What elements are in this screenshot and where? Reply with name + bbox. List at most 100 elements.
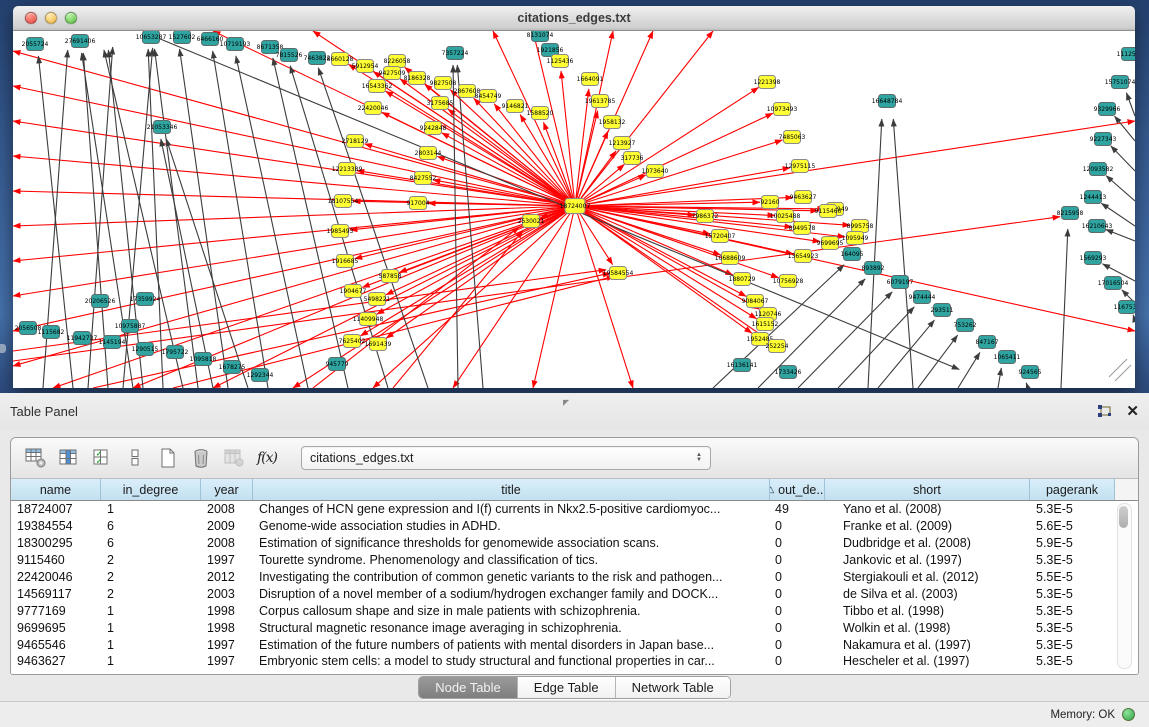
table-cell[interactable]: 2008: [201, 502, 253, 516]
node-table[interactable]: namein_degreeyeartitle△out_de...shortpag…: [11, 479, 1138, 674]
table-cell[interactable]: Jankovic et al. (1997): [825, 553, 1030, 567]
table-row[interactable]: 911546021997Tourette syndrome. Phenomeno…: [11, 552, 1138, 569]
table-cell[interactable]: Yano et al. (2008): [825, 502, 1030, 516]
table-cell[interactable]: Nakamura et al. (1997): [825, 638, 1030, 652]
table-row[interactable]: 977716911998Corpus callosum shape and si…: [11, 602, 1138, 619]
table-cell[interactable]: 0: [770, 638, 825, 652]
table-cell[interactable]: 2: [101, 570, 201, 584]
network-canvas[interactable]: 2055724276914061065328715276026466160107…: [13, 31, 1135, 388]
table-cell[interactable]: 1997: [201, 638, 253, 652]
table-cell[interactable]: 1997: [201, 553, 253, 567]
table-cell[interactable]: Genome-wide association studies in ADHD.: [253, 519, 770, 533]
table-cell[interactable]: Tibbo et al. (1998): [825, 604, 1030, 618]
table-cell[interactable]: 0: [770, 536, 825, 550]
create-column-icon[interactable]: [155, 445, 181, 471]
column-header-out_de[interactable]: △out_de...: [770, 479, 825, 500]
table-cell[interactable]: 49: [770, 502, 825, 516]
table-cell[interactable]: 22420046: [11, 570, 101, 584]
delete-column-icon[interactable]: [188, 445, 214, 471]
table-cell[interactable]: 1: [101, 638, 201, 652]
table-cell[interactable]: 0: [770, 587, 825, 601]
close-panel-icon[interactable]: ✕: [1126, 404, 1139, 419]
table-cell[interactable]: 5.3E-5: [1030, 621, 1115, 635]
network-window[interactable]: citations_edges.txt 20557242769140610653…: [13, 6, 1135, 388]
table-cell[interactable]: 1: [101, 621, 201, 635]
table-cell[interactable]: 1998: [201, 621, 253, 635]
table-row[interactable]: 2242004622012Investigating the contribut…: [11, 569, 1138, 586]
table-cell[interactable]: 0: [770, 621, 825, 635]
table-cell[interactable]: 19384554: [11, 519, 101, 533]
table-cell[interactable]: 6: [101, 536, 201, 550]
table-cell[interactable]: 2009: [201, 519, 253, 533]
table-cell[interactable]: 5.3E-5: [1030, 502, 1115, 516]
table-cell[interactable]: Dudbridge et al. (2008): [825, 536, 1030, 550]
table-cell[interactable]: 9777169: [11, 604, 101, 618]
table-cell[interactable]: de Silva et al. (2003): [825, 587, 1030, 601]
table-cell[interactable]: 9699695: [11, 621, 101, 635]
network-window-titlebar[interactable]: citations_edges.txt: [13, 6, 1135, 31]
table-cell[interactable]: Wolkin et al. (1998): [825, 621, 1030, 635]
select-columns-icon[interactable]: ✓ ✓: [89, 445, 115, 471]
table-cell[interactable]: 5.3E-5: [1030, 587, 1115, 601]
table-cell[interactable]: 1: [101, 654, 201, 668]
table-cell[interactable]: 0: [770, 570, 825, 584]
zoom-button[interactable]: [65, 12, 77, 24]
table-row[interactable]: 946554611997Estimation of the future num…: [11, 636, 1138, 653]
table-cell[interactable]: 2012: [201, 570, 253, 584]
table-row[interactable]: 1830029562008Estimation of significance …: [11, 535, 1138, 552]
minimize-button[interactable]: [45, 12, 57, 24]
table-cell[interactable]: 5.5E-5: [1030, 570, 1115, 584]
row-height-icon[interactable]: [122, 445, 148, 471]
table-cell[interactable]: 5.3E-5: [1030, 553, 1115, 567]
float-panel-icon[interactable]: [1097, 404, 1112, 418]
tab-node-table[interactable]: Node Table: [419, 677, 518, 698]
tab-edge-table[interactable]: Edge Table: [518, 677, 616, 698]
table-cell[interactable]: 0: [770, 654, 825, 668]
table-cell[interactable]: 6: [101, 519, 201, 533]
column-header-in_degree[interactable]: in_degree: [101, 479, 201, 500]
table-cell[interactable]: Embryonic stem cells: a model to study s…: [253, 654, 770, 668]
table-cell[interactable]: 5.3E-5: [1030, 654, 1115, 668]
delete-table-icon[interactable]: [221, 445, 247, 471]
table-cell[interactable]: 1: [101, 502, 201, 516]
column-visibility-icon[interactable]: [56, 445, 82, 471]
tab-network-table[interactable]: Network Table: [616, 677, 730, 698]
table-cell[interactable]: 0: [770, 553, 825, 567]
table-cell[interactable]: Stergiakouli et al. (2012): [825, 570, 1030, 584]
table-cell[interactable]: 18300295: [11, 536, 101, 550]
function-builder-icon[interactable]: f(x): [254, 445, 280, 471]
column-header-name[interactable]: name: [11, 479, 101, 500]
table-cell[interactable]: 9463627: [11, 654, 101, 668]
column-header-year[interactable]: year: [201, 479, 253, 500]
table-row[interactable]: 1872400712008Changes of HCN gene express…: [11, 501, 1138, 518]
table-cell[interactable]: Changes of HCN gene expression and I(f) …: [253, 502, 770, 516]
table-cell[interactable]: 14569117: [11, 587, 101, 601]
table-body[interactable]: 1872400712008Changes of HCN gene express…: [11, 501, 1138, 670]
table-cell[interactable]: 5.3E-5: [1030, 604, 1115, 618]
table-cell[interactable]: Estimation of significance thresholds fo…: [253, 536, 770, 550]
table-cell[interactable]: 2: [101, 553, 201, 567]
table-cell[interactable]: Corpus callosum shape and size in male p…: [253, 604, 770, 618]
canvas-resize-grip[interactable]: [1109, 359, 1127, 377]
table-settings-icon[interactable]: [23, 445, 49, 471]
panel-resize-handle[interactable]: ◤: [563, 398, 569, 407]
column-header-title[interactable]: title: [253, 479, 770, 500]
table-cell[interactable]: 5.6E-5: [1030, 519, 1115, 533]
canvas-resize-grip[interactable]: [1115, 365, 1131, 381]
table-scrollbar-thumb[interactable]: [1119, 506, 1128, 528]
table-cell[interactable]: Estimation of the future numbers of pati…: [253, 638, 770, 652]
column-header-short[interactable]: short: [825, 479, 1030, 500]
table-cell[interactable]: Franke et al. (2009): [825, 519, 1030, 533]
table-cell[interactable]: 2003: [201, 587, 253, 601]
table-selector-dropdown[interactable]: citations_edges.txt ▲▼: [301, 446, 711, 470]
table-cell[interactable]: 9465546: [11, 638, 101, 652]
table-cell[interactable]: 1998: [201, 604, 253, 618]
table-cell[interactable]: 18724007: [11, 502, 101, 516]
table-cell[interactable]: 5.3E-5: [1030, 638, 1115, 652]
table-cell[interactable]: 0: [770, 604, 825, 618]
table-row[interactable]: 969969511998Structural magnetic resonanc…: [11, 619, 1138, 636]
table-cell[interactable]: Hescheler et al. (1997): [825, 654, 1030, 668]
table-cell[interactable]: 1: [101, 604, 201, 618]
table-cell[interactable]: Investigating the contribution of common…: [253, 570, 770, 584]
close-button[interactable]: [25, 12, 37, 24]
